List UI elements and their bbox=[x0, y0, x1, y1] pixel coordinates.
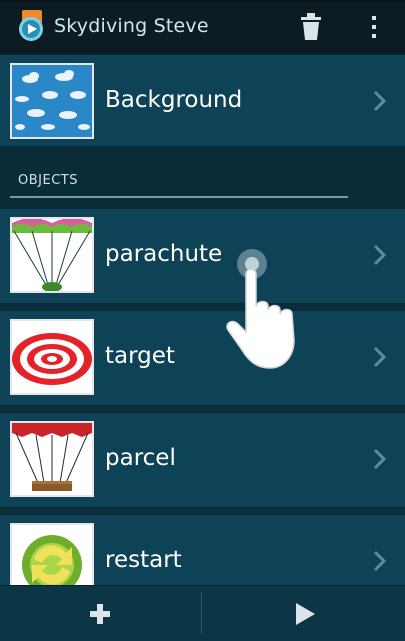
object-label: parachute bbox=[105, 241, 223, 267]
target-thumbnail bbox=[10, 319, 94, 395]
background-label: Background bbox=[105, 87, 243, 113]
object-row-parachute[interactable]: parachute bbox=[0, 208, 405, 304]
section-title: OBJECTS bbox=[18, 173, 78, 188]
chevron-right-icon bbox=[373, 244, 387, 266]
parcel-image bbox=[12, 423, 92, 495]
objects-section-header: OBJECTS bbox=[0, 146, 405, 208]
app-icon[interactable] bbox=[16, 10, 46, 42]
play-icon[interactable] bbox=[283, 590, 327, 636]
parachute-image bbox=[12, 219, 92, 291]
target-image bbox=[12, 321, 92, 393]
object-label: restart bbox=[105, 547, 182, 573]
bottom-bar-divider bbox=[201, 592, 202, 634]
object-label: target bbox=[105, 343, 175, 369]
trash-icon[interactable] bbox=[298, 11, 324, 41]
object-row-parcel[interactable]: parcel bbox=[0, 412, 405, 508]
overflow-menu-icon[interactable] bbox=[364, 14, 384, 40]
object-row-target[interactable]: target bbox=[0, 310, 405, 406]
background-thumbnail bbox=[10, 63, 94, 139]
touch-hand-icon bbox=[226, 249, 295, 369]
object-label: parcel bbox=[105, 445, 176, 471]
parcel-thumbnail bbox=[10, 421, 94, 497]
cloud-sky-image bbox=[12, 65, 92, 137]
parachute-thumbnail bbox=[10, 217, 94, 293]
app-title: Skydiving Steve bbox=[54, 15, 209, 37]
chevron-right-icon bbox=[373, 448, 387, 470]
background-row[interactable]: Background bbox=[0, 54, 405, 150]
plus-icon[interactable] bbox=[78, 590, 122, 636]
action-bar: Skydiving Steve bbox=[0, 0, 405, 54]
bottom-action-bar bbox=[0, 585, 405, 641]
chevron-right-icon bbox=[373, 90, 387, 112]
chevron-right-icon bbox=[373, 550, 387, 572]
chevron-right-icon bbox=[373, 346, 387, 368]
section-divider bbox=[10, 196, 348, 198]
